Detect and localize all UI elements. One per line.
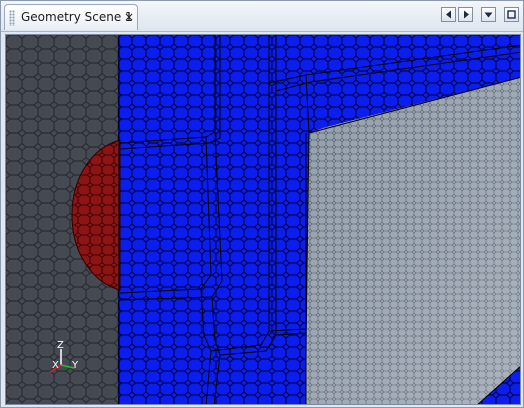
tab-title: Geometry Scene 1 <box>21 10 133 24</box>
scene-viewport[interactable]: Z X Y <box>5 34 521 405</box>
tab-geometry-scene[interactable]: Geometry Scene 1 × <box>4 4 138 30</box>
mesh-render[interactable]: Z X Y <box>6 35 521 405</box>
axis-z-label: Z <box>57 340 64 351</box>
tab-controls <box>441 7 519 23</box>
arrow-right-icon <box>463 10 469 19</box>
maximize-button[interactable] <box>504 7 519 22</box>
axis-y-label: Y <box>71 360 79 371</box>
scene-window: Geometry Scene 1 × Z X Y <box>0 0 524 408</box>
tab-list-dropdown-button[interactable] <box>481 7 496 22</box>
axis-x-label: X <box>52 360 59 371</box>
tab-bar: Geometry Scene 1 × <box>1 1 523 32</box>
maximize-icon <box>507 10 516 19</box>
chevron-down-icon <box>484 12 493 17</box>
arrow-left-icon <box>445 10 451 19</box>
close-icon[interactable]: × <box>124 9 134 25</box>
scroll-tabs-left-button[interactable] <box>441 7 456 22</box>
scroll-tabs-right-button[interactable] <box>458 7 473 22</box>
tab-grip-icon[interactable] <box>9 10 15 26</box>
